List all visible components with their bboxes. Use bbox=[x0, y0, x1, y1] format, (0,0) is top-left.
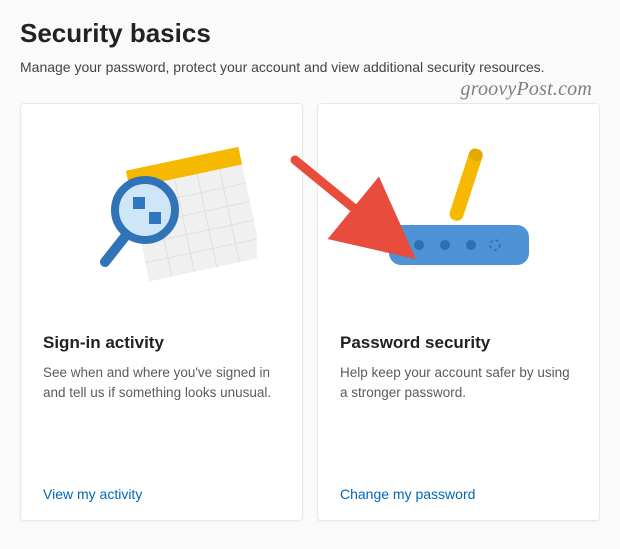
card-title-password: Password security bbox=[340, 333, 577, 353]
calendar-magnifier-icon bbox=[67, 137, 257, 297]
card-desc-password: Help keep your account safer by using a … bbox=[340, 363, 577, 474]
card-title-signin: Sign-in activity bbox=[43, 333, 280, 353]
signin-activity-illustration bbox=[43, 124, 280, 309]
password-security-illustration bbox=[340, 124, 577, 309]
card-desc-signin: See when and where you've signed in and … bbox=[43, 363, 280, 474]
change-my-password-link[interactable]: Change my password bbox=[340, 486, 577, 502]
card-password-security[interactable]: Password security Help keep your account… bbox=[317, 103, 600, 521]
page-title: Security basics bbox=[20, 18, 600, 49]
card-signin-activity[interactable]: Sign-in activity See when and where you'… bbox=[20, 103, 303, 521]
watermark: groovyPost.com bbox=[461, 78, 592, 101]
password-pen-icon bbox=[359, 137, 559, 297]
security-cards: Sign-in activity See when and where you'… bbox=[20, 103, 600, 521]
page-subtitle: Manage your password, protect your accou… bbox=[20, 59, 600, 75]
view-my-activity-link[interactable]: View my activity bbox=[43, 486, 280, 502]
